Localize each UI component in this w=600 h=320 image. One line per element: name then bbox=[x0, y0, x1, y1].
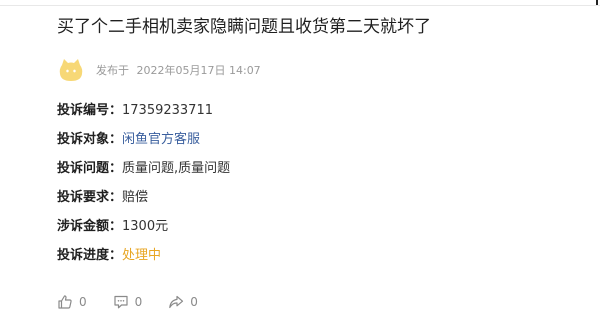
like-button[interactable]: 0 bbox=[57, 294, 87, 310]
field-label: 投诉要求： bbox=[57, 189, 123, 205]
field-amount: 涉诉金额： 1300元 bbox=[57, 212, 230, 241]
cat-avatar-icon bbox=[59, 59, 83, 81]
field-label: 涉诉金额： bbox=[57, 218, 123, 234]
field-value: 赔偿 bbox=[122, 189, 149, 205]
field-complaint-target: 投诉对象： 闲鱼官方客服 bbox=[57, 125, 230, 154]
share-count: 0 bbox=[190, 295, 198, 309]
field-complaint-request: 投诉要求： 赔偿 bbox=[57, 183, 230, 212]
field-value: 17359233711 bbox=[122, 102, 213, 118]
comment-button[interactable]: 0 bbox=[113, 294, 143, 310]
field-progress: 投诉进度： 处理中 bbox=[57, 241, 230, 270]
post-title: 买了个二手相机卖家隐瞒问题且收货第二天就坏了 bbox=[57, 17, 431, 37]
like-count: 0 bbox=[79, 295, 87, 309]
post-meta: 发布于 2022年05月17日 14:07 bbox=[96, 62, 261, 78]
field-value: 1300元 bbox=[122, 218, 169, 234]
field-label: 投诉问题： bbox=[57, 160, 123, 176]
thumbs-up-icon bbox=[58, 295, 72, 309]
avatar[interactable] bbox=[57, 56, 85, 84]
status-badge: 处理中 bbox=[122, 247, 162, 263]
field-label: 投诉进度： bbox=[57, 247, 123, 263]
author-row: 发布于 2022年05月17日 14:07 bbox=[57, 56, 261, 84]
field-label: 投诉编号： bbox=[57, 102, 123, 118]
comment-icon bbox=[114, 295, 128, 309]
field-complaint-number: 投诉编号： 17359233711 bbox=[57, 96, 230, 125]
top-divider bbox=[0, 0, 600, 6]
complaint-target-link[interactable]: 闲鱼官方客服 bbox=[122, 130, 200, 150]
comment-count: 0 bbox=[134, 295, 143, 309]
share-button[interactable]: 0 bbox=[168, 294, 198, 310]
field-complaint-issue: 投诉问题： 质量问题,质量问题 bbox=[57, 154, 230, 183]
published-prefix: 发布于 bbox=[96, 64, 129, 77]
scroll-edge-mark bbox=[596, 0, 598, 5]
field-value: 质量问题,质量问题 bbox=[122, 160, 231, 176]
action-bar: 0 0 0 bbox=[57, 292, 224, 312]
share-icon bbox=[169, 295, 184, 309]
field-label: 投诉对象： bbox=[57, 131, 123, 147]
published-time: 2022年05月17日 14:07 bbox=[136, 64, 261, 77]
complaint-details: 投诉编号： 17359233711 投诉对象： 闲鱼官方客服 投诉问题： 质量问… bbox=[57, 96, 230, 270]
